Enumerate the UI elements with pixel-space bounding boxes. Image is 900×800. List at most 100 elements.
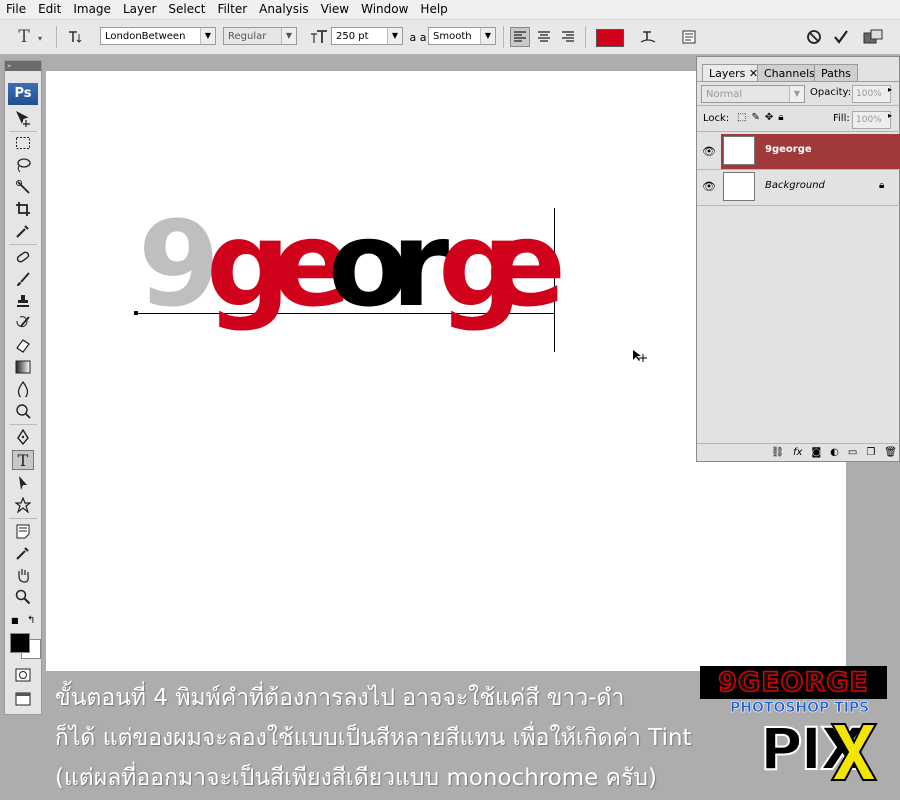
eraser-tool-icon[interactable] xyxy=(12,335,34,355)
text-orientation-icon[interactable] xyxy=(64,27,84,47)
photoshop-logo: Ps xyxy=(8,83,38,105)
lock-label: Lock: xyxy=(703,113,730,124)
foreground-color-swatch[interactable] xyxy=(10,633,30,653)
tab-paths[interactable]: Paths xyxy=(814,64,858,82)
fill-input[interactable]: 100% xyxy=(852,111,891,129)
chevron-down-icon: ▼ xyxy=(789,86,804,102)
chevron-down-icon: ▼ xyxy=(387,28,402,44)
menu-bar: File Edit Image Layer Select Filter Anal… xyxy=(0,0,900,20)
adjustment-layer-icon[interactable]: ◐ xyxy=(830,447,839,458)
zoom-tool-icon[interactable] xyxy=(12,587,34,607)
layer-name[interactable]: Background xyxy=(765,180,825,191)
menu-layer[interactable]: Layer xyxy=(117,0,162,19)
menu-select[interactable]: Select xyxy=(162,0,211,19)
lasso-tool-icon[interactable] xyxy=(12,155,34,175)
lock-icon: 🔒︎ xyxy=(879,180,885,191)
font-size-select[interactable]: 250 pt ▼ xyxy=(331,27,403,45)
layer-name[interactable]: 9george xyxy=(765,144,812,155)
chevron-down-icon[interactable]: ▾ xyxy=(38,34,42,43)
lock-pixels-icon[interactable]: ✎ xyxy=(751,112,759,123)
new-group-icon[interactable]: ▭ xyxy=(848,447,857,458)
eyedropper-tool-icon[interactable] xyxy=(12,221,34,241)
quick-selection-tool-icon[interactable] xyxy=(12,177,34,197)
pen-tool-icon[interactable] xyxy=(12,427,34,447)
text-color-swatch[interactable] xyxy=(596,29,624,47)
chevron-down-icon: ▼ xyxy=(480,28,495,44)
layers-footer: ⛓ fx ◙ ◐ ▭ ❐ 🗑︎ xyxy=(697,443,900,461)
clone-stamp-tool-icon[interactable] xyxy=(12,291,34,311)
path-selection-tool-icon[interactable] xyxy=(12,473,34,493)
commit-check-icon[interactable] xyxy=(831,27,851,47)
layer-row-9george[interactable]: 👁︎ T 9george xyxy=(697,134,900,170)
blur-tool-icon[interactable] xyxy=(12,379,34,399)
default-colors-icon[interactable]: ■ xyxy=(11,616,19,625)
menu-edit[interactable]: Edit xyxy=(32,0,67,19)
lock-position-icon[interactable]: ✥ xyxy=(765,112,773,123)
lock-controls: ⬚ ✎ ✥ 🔒︎ xyxy=(737,112,784,123)
menu-help[interactable]: Help xyxy=(414,0,453,19)
menu-analysis[interactable]: Analysis xyxy=(253,0,314,19)
notes-tool-icon[interactable] xyxy=(12,521,34,541)
menu-file[interactable]: File xyxy=(0,0,32,19)
anti-alias-icon: a a xyxy=(409,30,427,44)
menu-view[interactable]: View xyxy=(315,0,355,19)
logo-text-9george: 9GEORGE xyxy=(717,666,869,699)
character-panel-icon[interactable] xyxy=(679,27,699,47)
9george-logo: 9GEORGE PHOTOSHOP TIPS PIX xyxy=(700,666,887,786)
align-center-button[interactable] xyxy=(534,27,554,47)
layer-row-background[interactable]: 👁︎ Background 🔒︎ xyxy=(697,170,900,206)
menu-image[interactable]: Image xyxy=(67,0,117,19)
blend-mode-select[interactable]: Normal ▼ xyxy=(701,85,805,103)
font-style-select[interactable]: Regular ▼ xyxy=(223,27,297,45)
chevron-right-icon[interactable]: ▸ xyxy=(888,111,892,120)
tab-channels[interactable]: Channels xyxy=(757,64,822,82)
swap-colors-icon[interactable]: ↰ xyxy=(27,615,35,626)
gradient-tool-icon[interactable] xyxy=(12,357,34,377)
opacity-input[interactable]: 100% xyxy=(852,85,891,103)
history-brush-tool-icon[interactable] xyxy=(12,313,34,333)
toolbox-header[interactable]: » xyxy=(5,61,41,71)
layer-mask-icon[interactable]: ◙ xyxy=(811,447,821,458)
marquee-tool-icon[interactable] xyxy=(12,133,34,153)
chevron-right-icon[interactable]: ▸ xyxy=(888,85,892,94)
move-tool-icon[interactable] xyxy=(12,109,34,129)
warp-text-icon[interactable] xyxy=(638,27,658,47)
new-layer-icon[interactable]: ❐ xyxy=(866,447,875,458)
caption: ขั้นตอนที่ 4 พิมพ์คำที่ต้องการลงไป อาจจะ… xyxy=(55,678,705,798)
crop-tool-icon[interactable] xyxy=(12,199,34,219)
align-right-button[interactable] xyxy=(558,27,578,47)
caption-line-3: (แต่ผลที่ออกมาจะเป็นสีเพียงสีเดียวแบบ mo… xyxy=(55,765,657,791)
dodge-tool-icon[interactable] xyxy=(12,401,34,421)
caption-line-2: ก็ได้ แต่ของผมจะลองใช้แบบเป็นสีหลายสีแทน… xyxy=(55,725,692,751)
cancel-icon[interactable] xyxy=(804,27,824,47)
glyph-e-2: e xyxy=(486,195,567,333)
menu-window[interactable]: Window xyxy=(355,0,414,19)
layer-style-icon[interactable]: fx xyxy=(793,447,802,458)
font-family-select[interactable]: LondonBetween ▼ xyxy=(100,27,216,45)
lock-transparency-icon[interactable]: ⬚ xyxy=(737,112,746,123)
hand-tool-icon[interactable] xyxy=(12,565,34,585)
bridge-icon[interactable] xyxy=(863,27,883,47)
anti-alias-select[interactable]: Smooth ▼ xyxy=(428,27,496,45)
type-tool-icon[interactable]: T xyxy=(12,450,34,470)
healing-brush-tool-icon[interactable] xyxy=(12,247,34,267)
type-tool-preset[interactable]: T xyxy=(14,27,34,47)
custom-shape-tool-icon[interactable] xyxy=(12,495,34,515)
font-size-icon xyxy=(309,27,329,47)
menu-filter[interactable]: Filter xyxy=(211,0,253,19)
options-bar: T ▾ LondonBetween ▼ Regular ▼ 250 pt ▼ a a … xyxy=(0,20,900,55)
tab-layers[interactable]: Layers ✕ xyxy=(702,64,766,82)
layers-panel: Layers ✕ Channels Paths Normal ▼ Opacity:… xyxy=(696,56,900,462)
toolbox: » Ps T ■ ↰ xyxy=(4,60,42,715)
link-layers-icon[interactable]: ⛓ xyxy=(771,447,784,458)
align-left-button[interactable] xyxy=(510,27,530,47)
lock-all-icon[interactable]: 🔒︎ xyxy=(778,112,783,123)
quick-mask-icon[interactable] xyxy=(12,665,34,685)
brush-tool-icon[interactable] xyxy=(12,269,34,289)
caption-line-1: ขั้นตอนที่ 4 พิมพ์คำที่ต้องการลงไป อาจจะ… xyxy=(55,685,625,711)
trash-icon[interactable]: 🗑︎ xyxy=(884,447,897,458)
screen-mode-icon[interactable] xyxy=(12,689,34,709)
color-sampler-tool-icon[interactable] xyxy=(12,543,34,563)
eye-icon[interactable]: 👁︎ xyxy=(697,134,721,169)
eye-icon[interactable]: 👁︎ xyxy=(701,179,717,195)
